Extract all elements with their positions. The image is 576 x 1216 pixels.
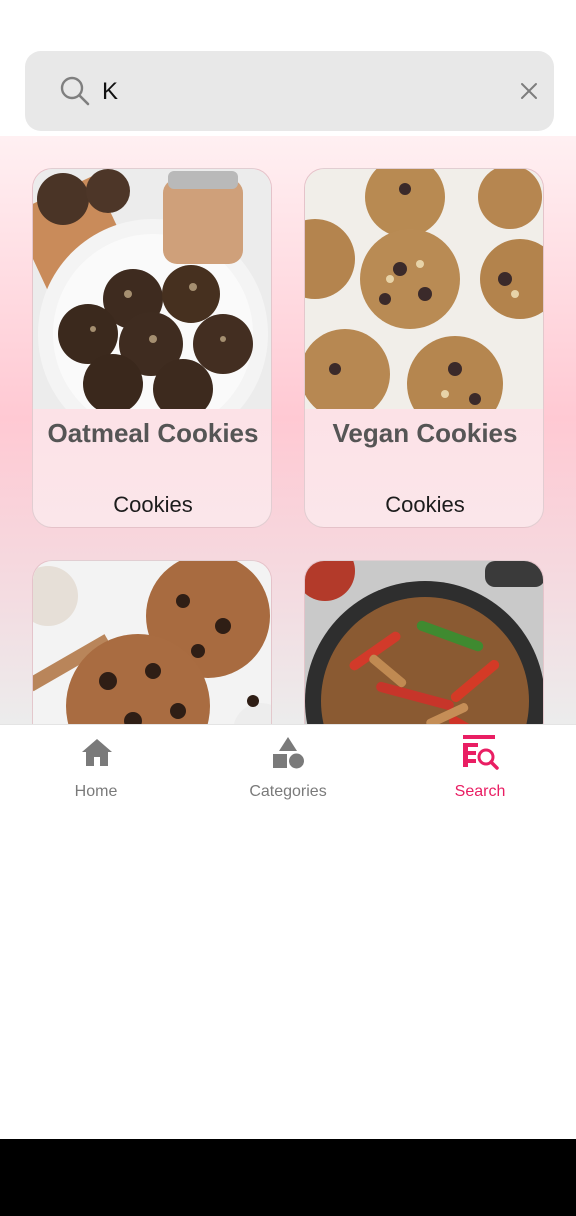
oatmeal-cookies-photo <box>33 169 271 409</box>
recipe-title: Oatmeal Cookies <box>47 418 259 448</box>
search-bar[interactable]: K <box>25 51 554 131</box>
nav-label-search: Search <box>454 783 506 800</box>
nav-label-categories: Categories <box>249 783 327 800</box>
nav-item-search[interactable]: Search <box>384 725 576 819</box>
search-list-icon <box>463 735 499 770</box>
search-icon <box>60 76 90 106</box>
home-icon <box>82 739 112 766</box>
recipe-card[interactable]: Oatmeal Cookies Cookies <box>32 168 272 528</box>
nav-item-categories[interactable]: Categories <box>192 725 384 819</box>
results-grid: Oatmeal Cookies Cookies Vegan Cookies Co… <box>0 136 576 724</box>
recipe-card[interactable] <box>32 560 272 724</box>
chicken-fajita-skillet-photo <box>305 561 543 724</box>
bottom-navigation: Home Categories Search <box>0 724 576 818</box>
search-input[interactable]: K <box>102 77 118 107</box>
recipe-card[interactable] <box>304 560 544 724</box>
empty-area <box>0 818 576 1139</box>
recipe-card[interactable]: Vegan Cookies Cookies <box>304 168 544 528</box>
recipe-category: Cookies <box>385 492 465 517</box>
system-navigation-bar <box>0 1139 576 1216</box>
recipe-title: Vegan Cookies <box>332 418 518 448</box>
chocolate-chip-cookies-photo <box>33 561 271 724</box>
nav-label-home: Home <box>74 783 118 800</box>
shapes-icon <box>273 737 304 769</box>
recipe-category: Cookies <box>113 492 193 517</box>
nav-item-home[interactable]: Home <box>0 725 192 819</box>
close-icon[interactable] <box>516 78 542 104</box>
vegan-cookies-photo <box>305 169 543 409</box>
